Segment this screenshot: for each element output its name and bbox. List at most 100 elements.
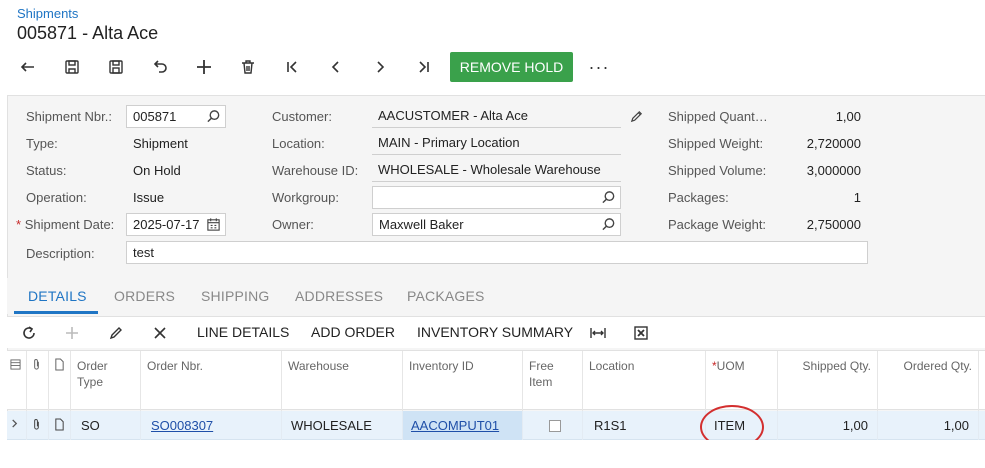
- description-label: Description:: [26, 246, 95, 261]
- customer-label: Customer:: [272, 109, 332, 124]
- owner-field[interactable]: Maxwell Baker: [372, 213, 621, 236]
- location-label: Location:: [272, 136, 325, 151]
- row-selector-header-icon: [7, 351, 27, 411]
- search-icon[interactable]: [206, 109, 221, 124]
- fit-columns-icon[interactable]: [588, 323, 608, 343]
- active-tab-indicator: [14, 311, 98, 314]
- type-value: Shipment: [133, 136, 188, 151]
- shipment-nbr-field[interactable]: 005871: [126, 105, 226, 128]
- line-details-button[interactable]: LINE DETAILS: [197, 324, 289, 340]
- grid-empty-area: [7, 440, 985, 468]
- search-icon[interactable]: [601, 190, 616, 205]
- packages-label: Packages:: [668, 190, 729, 205]
- search-icon[interactable]: [601, 217, 616, 232]
- shipped-volume-value: 3,000000: [806, 163, 861, 178]
- refresh-icon[interactable]: [19, 323, 39, 343]
- shipment-nbr-value: 005871: [133, 109, 177, 124]
- note-icon[interactable]: [49, 411, 71, 440]
- undo-icon[interactable]: [146, 52, 174, 82]
- table-row[interactable]: SO SO008307 WHOLESALE AACOMPUT01 R1S1 IT…: [7, 411, 985, 440]
- cell-uom[interactable]: ITEM: [706, 411, 778, 440]
- note-header-icon: [49, 351, 71, 411]
- cell-shipped-qty[interactable]: 1,00: [778, 411, 878, 440]
- row-expand-chevron-icon[interactable]: [7, 411, 27, 440]
- edit-row-icon[interactable]: [106, 323, 126, 343]
- cell-free-item[interactable]: [523, 411, 583, 440]
- remove-hold-button[interactable]: REMOVE HOLD: [450, 52, 573, 82]
- tab-packages[interactable]: PACKAGES: [407, 288, 485, 304]
- col-location[interactable]: Location: [583, 351, 706, 411]
- next-record-icon[interactable]: [366, 52, 394, 82]
- cell-ordered-qty[interactable]: 1,00: [878, 411, 979, 440]
- calendar-icon[interactable]: [206, 217, 221, 232]
- export-excel-icon[interactable]: [631, 323, 651, 343]
- status-label: Status:: [26, 163, 67, 178]
- type-label: Type:: [26, 136, 58, 151]
- shipped-quantity-label: Shipped Quant…: [668, 109, 768, 124]
- description-field[interactable]: test: [126, 241, 868, 264]
- inventory-id-link[interactable]: AACOMPUT01: [411, 418, 499, 433]
- shipment-nbr-label: Shipment Nbr.:: [26, 109, 112, 124]
- delete-icon[interactable]: [234, 52, 262, 82]
- grid-toolbar: LINE DETAILS ADD ORDER INVENTORY SUMMARY: [7, 316, 985, 348]
- owner-value: Maxwell Baker: [379, 217, 464, 232]
- col-inventory-id[interactable]: Inventory ID: [403, 351, 523, 411]
- more-actions-icon[interactable]: ···: [585, 52, 613, 82]
- col-warehouse[interactable]: Warehouse: [282, 351, 403, 411]
- col-free-item[interactable]: Free Item: [523, 351, 583, 411]
- delete-row-icon[interactable]: [150, 323, 170, 343]
- cell-location[interactable]: R1S1: [583, 411, 706, 440]
- free-item-checkbox[interactable]: [549, 420, 561, 432]
- tab-bar: DETAILS ORDERS SHIPPING ADDRESSES PACKAG…: [7, 278, 985, 314]
- add-row-icon[interactable]: [62, 323, 82, 343]
- order-nbr-link[interactable]: SO008307: [151, 418, 213, 433]
- warehouse-id-field[interactable]: WHOLESALE - Wholesale Warehouse: [372, 159, 621, 182]
- back-icon[interactable]: [14, 52, 42, 82]
- col-ordered-qty[interactable]: Ordered Qty.: [878, 351, 979, 411]
- warehouse-id-label: Warehouse ID:: [272, 163, 359, 178]
- packages-value: 1: [853, 190, 861, 205]
- package-weight-label: Package Weight:: [668, 217, 767, 232]
- page-title: 005871 - Alta Ace: [17, 23, 159, 43]
- location-field[interactable]: MAIN - Primary Location: [372, 132, 621, 155]
- shipped-volume-label: Shipped Volume:: [668, 163, 767, 178]
- breadcrumb-shipments[interactable]: Shipments: [17, 6, 78, 21]
- shipped-quantity-value: 1,00: [835, 109, 861, 124]
- grid-header: Order Type Order Nbr. Warehouse Inventor…: [7, 350, 985, 411]
- col-order-type[interactable]: Order Type: [71, 351, 141, 411]
- cell-inventory-id[interactable]: AACOMPUT01: [403, 411, 523, 440]
- cell-order-type[interactable]: SO: [71, 411, 141, 440]
- workgroup-field[interactable]: [372, 186, 621, 209]
- first-record-icon[interactable]: [278, 52, 306, 82]
- edit-pencil-icon[interactable]: [629, 109, 644, 124]
- col-order-nbr[interactable]: Order Nbr.: [141, 351, 282, 411]
- tab-orders[interactable]: ORDERS: [114, 288, 175, 304]
- cell-order-nbr[interactable]: SO008307: [141, 411, 282, 440]
- tab-details[interactable]: DETAILS: [28, 288, 87, 304]
- shipped-weight-label: Shipped Weight:: [668, 136, 764, 151]
- operation-value: Issue: [133, 190, 165, 205]
- col-shipped-qty[interactable]: Shipped Qty.: [778, 351, 878, 411]
- shipment-date-label-text: Shipment Date:: [24, 217, 115, 232]
- save-and-close-icon[interactable]: [58, 52, 86, 82]
- cell-warehouse[interactable]: WHOLESALE: [282, 411, 403, 440]
- workgroup-label: Workgroup:: [272, 190, 339, 205]
- tab-shipping[interactable]: SHIPPING: [201, 288, 270, 304]
- shipment-date-field[interactable]: 2025-07-17: [126, 213, 226, 236]
- shipment-date-label: * Shipment Date:: [16, 217, 114, 232]
- customer-field[interactable]: AACUSTOMER - Alta Ace: [372, 105, 621, 128]
- attachment-header-icon: [27, 351, 49, 411]
- add-order-button[interactable]: ADD ORDER: [311, 324, 395, 340]
- tab-addresses[interactable]: ADDRESSES: [295, 288, 383, 304]
- previous-record-icon[interactable]: [322, 52, 350, 82]
- last-record-icon[interactable]: [410, 52, 438, 82]
- add-icon[interactable]: [190, 52, 218, 82]
- inventory-summary-button[interactable]: INVENTORY SUMMARY: [417, 324, 573, 340]
- attachment-icon[interactable]: [27, 411, 49, 440]
- col-uom-label: UOM: [716, 359, 745, 373]
- shipment-date-value: 2025-07-17: [133, 217, 200, 232]
- save-icon[interactable]: [102, 52, 130, 82]
- shipped-weight-value: 2,720000: [806, 136, 861, 151]
- status-value: On Hold: [133, 163, 181, 178]
- col-uom[interactable]: *UOM: [706, 351, 778, 411]
